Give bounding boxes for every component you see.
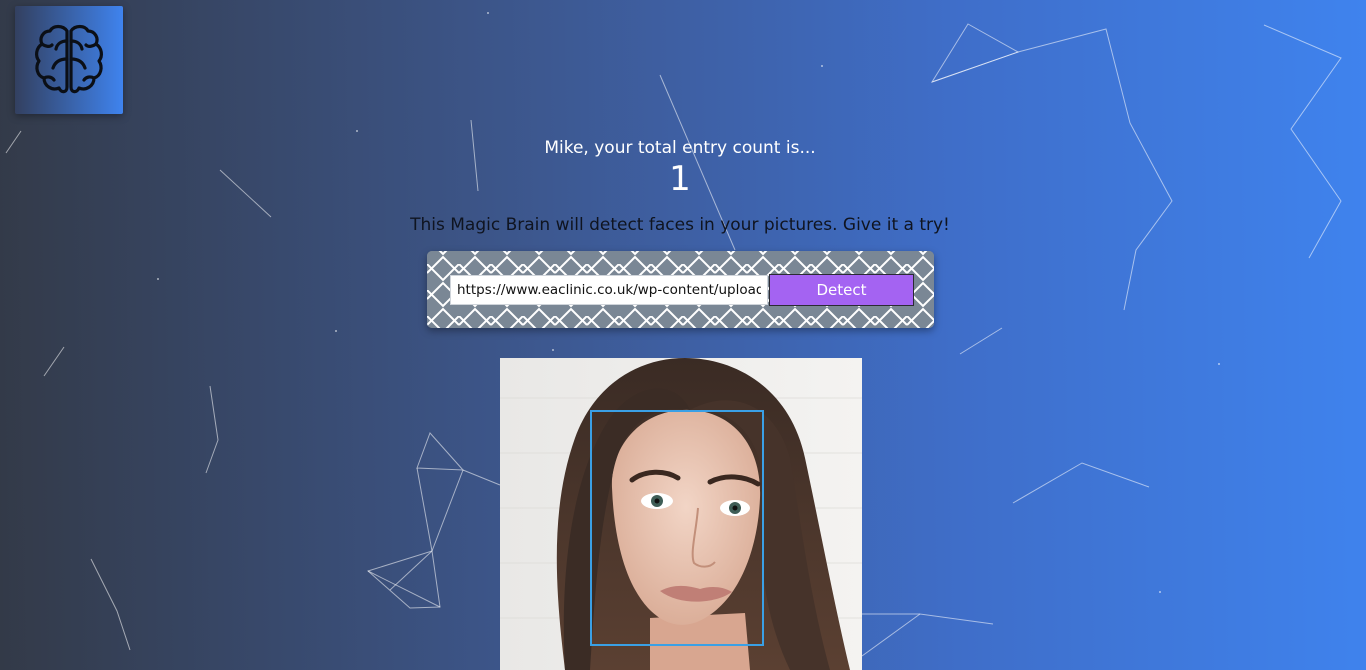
- entry-count-greeting: Mike, your total entry count is...: [544, 138, 816, 158]
- image-url-input[interactable]: [450, 275, 768, 305]
- entry-count-value: 1: [669, 159, 691, 199]
- input-image: [500, 358, 862, 670]
- brain-icon: [35, 24, 103, 94]
- face-bounding-box: [590, 410, 764, 646]
- image-link-form: Detect: [427, 251, 934, 328]
- detect-button[interactable]: Detect: [769, 274, 914, 306]
- logo: [15, 6, 123, 114]
- intro-text: This Magic Brain will detect faces in yo…: [410, 215, 950, 235]
